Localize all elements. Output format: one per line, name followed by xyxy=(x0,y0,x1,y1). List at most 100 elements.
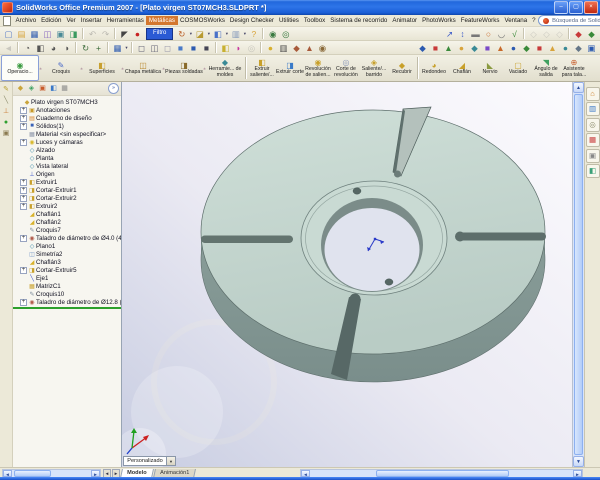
zoom-in-out-icon[interactable]: ◕ xyxy=(48,42,60,54)
analysis-tool-12-icon[interactable]: ● xyxy=(560,42,572,54)
tree-scroll-thumb[interactable] xyxy=(13,469,52,477)
measure-tool-icon[interactable]: ◆ xyxy=(291,42,303,54)
rotate-view-icon[interactable]: ↻ xyxy=(80,42,92,54)
check-tool-icon[interactable]: ◉ xyxy=(317,42,329,54)
tree-expand-toggle[interactable]: + xyxy=(20,178,27,186)
scene-icon[interactable]: ▥ xyxy=(230,28,242,40)
cosmos-run-icon[interactable]: ◆ xyxy=(573,28,585,40)
viewport-scroll-right[interactable]: ► xyxy=(573,469,582,477)
tree-item-chafl-n3[interactable]: ◢ Chaflán3 xyxy=(13,258,121,266)
analysis-tool-5-icon[interactable]: ◆ xyxy=(469,42,481,54)
zoom-to-fit-icon[interactable]: ◔ xyxy=(22,42,34,54)
solidworks-resources-icon[interactable]: ⌂ xyxy=(585,86,600,101)
tree-scroll-left[interactable]: ◄ xyxy=(3,469,12,477)
tree-expand-toggle[interactable]: + xyxy=(20,194,27,202)
tree-item-croquis7[interactable]: ✎ Croquis7 xyxy=(13,226,121,234)
tree-item-origen[interactable]: ⊥ Origen xyxy=(13,170,121,178)
cmdmgr-button-redondeo[interactable]: ◕ Redondeo xyxy=(420,55,448,81)
menu-archivo[interactable]: Archivo xyxy=(13,16,39,25)
cmdmgr-button-saliente-barrido[interactable]: ◈ Saliente/... barrido xyxy=(360,55,388,81)
tree-scroll-right[interactable]: ► xyxy=(91,469,100,477)
analysis-tool-2-icon[interactable]: ■ xyxy=(430,42,442,54)
tree-item-extruir1[interactable]: + ◧ Extruir1 xyxy=(13,178,121,186)
tree-expand-toggle[interactable]: + xyxy=(20,266,27,274)
cmdmgr-button-revoluci-n-de-salien-[interactable]: ◉ Revolución de salien... xyxy=(304,55,332,81)
help-icon[interactable]: ? xyxy=(248,28,260,40)
analysis-tool-11-icon[interactable]: ▲ xyxy=(547,42,559,54)
standard-views-icon[interactable]: ▦ xyxy=(112,42,124,54)
viewport-vertical-scrollbar[interactable]: ▲ ▼ xyxy=(572,82,584,467)
zoom-to-area-icon[interactable]: ◧ xyxy=(35,42,47,54)
cmdmgr-tab-herramie-de-moldes[interactable]: ◆ Herramie... de moldes xyxy=(206,55,244,81)
vertical-dimension-icon[interactable]: ↕ xyxy=(457,28,469,40)
wireframe-icon[interactable]: ◻ xyxy=(136,42,148,54)
menu-ver[interactable]: Ver xyxy=(64,16,78,25)
edit-color-dropdown-arrow[interactable]: ▾ xyxy=(206,31,211,37)
drawing-palette-icon[interactable]: ▦ xyxy=(585,133,600,147)
cmdmgr-button-corte-de-revoluci-n[interactable]: ◎ Corte de revolución xyxy=(332,55,360,81)
displaymanager-tab[interactable]: ▦ xyxy=(59,83,70,94)
balloon-tool-icon[interactable]: ○ xyxy=(483,28,495,40)
menu-insertar[interactable]: Insertar xyxy=(78,16,104,25)
menu-herramientas[interactable]: Herramientas xyxy=(104,16,146,25)
box-tool-icon[interactable]: ▣ xyxy=(1,129,11,139)
tree-item-anotaciones[interactable]: + ▣ Anotaciones xyxy=(13,106,121,114)
edit-color-icon[interactable]: ◪ xyxy=(194,28,206,40)
tree-item-matrizc1[interactable]: ▦ MatrizC1 xyxy=(13,282,121,290)
section-view-icon[interactable]: ◧ xyxy=(220,42,232,54)
cosmos-check-icon[interactable]: ◆ xyxy=(586,28,598,40)
annotation-2-icon[interactable]: ◇ xyxy=(541,28,553,40)
realview-icon[interactable]: ◎ xyxy=(246,42,258,54)
menu-photoworks[interactable]: PhotoWorks xyxy=(420,16,459,25)
line-tool-icon[interactable]: ╲ xyxy=(1,96,11,106)
tree-expand-toggle[interactable]: + xyxy=(20,106,27,114)
menu-ventana[interactable]: Ventana xyxy=(502,16,530,25)
tree-item-cuaderno-de-dise-o[interactable]: + ▤ Cuaderno de diseño xyxy=(13,114,121,122)
analysis-tool-4-icon[interactable]: ● xyxy=(456,42,468,54)
menu-featureworks[interactable]: FeatureWorks xyxy=(458,16,502,25)
print-icon[interactable]: ▣ xyxy=(55,28,67,40)
tree-expand-toggle[interactable]: + xyxy=(20,299,27,306)
viewport-scroll-thumb[interactable] xyxy=(375,469,510,477)
cmdmgr-tab-superficies[interactable]: ◧ Superficies xyxy=(83,55,121,81)
print-preview-icon[interactable]: ◨ xyxy=(68,28,80,40)
menu-design-checker[interactable]: Design Checker xyxy=(227,16,276,25)
cmdmgr-tab-operacio-[interactable]: ◉ Operacio... xyxy=(1,55,39,81)
tree-item-chafl-n2[interactable]: ◢ Chaflán2 xyxy=(13,218,121,226)
cmdmgr-button-nervio[interactable]: ◣ Nervio xyxy=(476,55,504,81)
view-preset-value[interactable]: Personalizado xyxy=(123,456,167,466)
web-tool-1-icon[interactable]: ◉ xyxy=(267,28,279,40)
minimize-button[interactable]: – xyxy=(554,1,568,14)
vertical-scroll-thumb[interactable] xyxy=(574,94,583,455)
standard-views-dropdown-arrow[interactable]: ▾ xyxy=(124,45,129,51)
redo-icon[interactable]: ↷ xyxy=(100,28,112,40)
tree-item-eje1[interactable]: ╲ Eje1 xyxy=(13,274,121,282)
pan-view-icon[interactable]: + xyxy=(93,42,105,54)
tree-expand-toggle[interactable]: + xyxy=(20,122,27,130)
tree-item-chafl-n1[interactable]: ◢ Chaflán1 xyxy=(13,210,121,218)
photoworks-items-icon[interactable]: ▣ xyxy=(585,148,600,163)
tree-item-extruir2[interactable]: + ◧ Extruir2 xyxy=(13,202,121,210)
display-settings-dropdown-arrow[interactable]: ▾ xyxy=(224,31,229,37)
point-tool-icon[interactable]: ● xyxy=(1,118,11,128)
tree-expand-toggle[interactable]: + xyxy=(20,114,27,122)
web-tool-2-icon[interactable]: ◎ xyxy=(280,28,292,40)
sketch-tool-icon[interactable]: ✎ xyxy=(1,85,11,95)
tree-item-alzado[interactable]: ◇ Alzado xyxy=(13,146,121,154)
tree-item-planta[interactable]: ◇ Planta xyxy=(13,154,121,162)
view-preset-dropdown[interactable]: Personalizado ▼ xyxy=(123,456,176,466)
tree-item-root[interactable]: ◆ Plato virgen ST07MCH3 xyxy=(13,98,121,106)
menu-utilities[interactable]: Utilities xyxy=(276,16,301,25)
hidden-lines-visible-icon[interactable]: ◫ xyxy=(149,42,161,54)
analysis-tool-3-icon[interactable]: ▲ xyxy=(443,42,455,54)
tree-item-cortar-extruir5[interactable]: + ◨ Cortar-Extruir5 xyxy=(13,266,121,274)
tree-item-taladro-de-di-metro-de-12-8-1[interactable]: + ◉ Taladro de diámetro de Ø12.8 (1 xyxy=(13,298,121,309)
undo-icon[interactable]: ↶ xyxy=(87,28,99,40)
note-tool-icon[interactable]: ▬ xyxy=(470,28,482,40)
spell-check-icon[interactable]: √ xyxy=(509,28,521,40)
new-document-icon[interactable]: ▢ xyxy=(3,28,15,40)
surface-finish-icon[interactable]: ◡ xyxy=(496,28,508,40)
cmdmgr-button--ngulo-de-salida[interactable]: ◥ Ángulo de salida xyxy=(532,55,560,81)
cmdmgr-button-extruir-corte[interactable]: ◨ Extruir corte xyxy=(276,55,304,81)
zoom-to-selection-icon[interactable]: ◑ xyxy=(61,42,73,54)
